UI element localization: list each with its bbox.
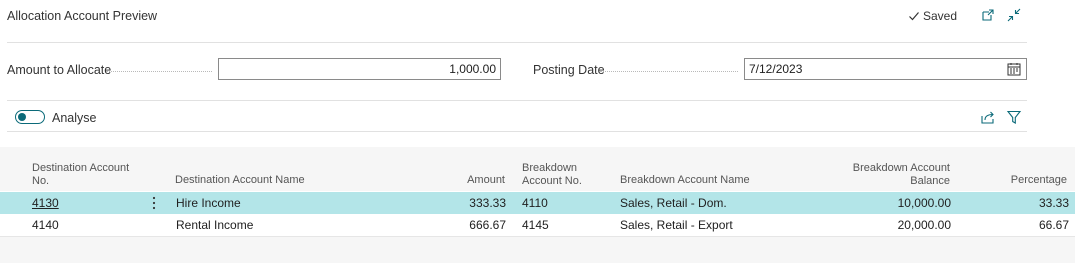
- percentage: 66.67: [1038, 218, 1069, 232]
- amount: 666.67: [469, 218, 506, 232]
- field-leader: [600, 71, 738, 72]
- toggle-knob: [18, 113, 26, 121]
- saved-status: Saved: [908, 9, 957, 23]
- page-title: Allocation Account Preview: [7, 9, 158, 23]
- divider: [7, 42, 1027, 43]
- breakdown-account-balance: 20,000.00: [897, 218, 951, 232]
- col-destination-account-name[interactable]: Destination Account Name: [175, 174, 305, 187]
- header-line: Account No.: [522, 175, 582, 187]
- breakdown-account-no: 4145: [522, 218, 549, 232]
- header-line: Breakdown Account: [852, 162, 950, 174]
- amount-value: 1,000.00: [449, 62, 496, 76]
- analyse-label: Analyse: [52, 111, 97, 125]
- table-row[interactable]: 4130 Hire Income 333.33 4110 Sales, Reta…: [0, 192, 1075, 214]
- open-in-new-window-icon[interactable]: [980, 7, 998, 25]
- breakdown-account-name: Sales, Retail - Dom.: [620, 196, 727, 210]
- posting-date-label: Posting Date: [533, 63, 605, 77]
- destination-account-no[interactable]: 4140: [32, 218, 59, 232]
- calendar-icon[interactable]: [1007, 62, 1021, 82]
- share-icon[interactable]: [980, 109, 996, 128]
- row-actions-icon[interactable]: [151, 196, 157, 213]
- divider: [7, 100, 1027, 101]
- table-footer-area: [0, 237, 1075, 263]
- field-leader: [106, 71, 212, 72]
- table-row[interactable]: 4140 Rental Income 666.67 4145 Sales, Re…: [0, 214, 1075, 236]
- collapse-icon[interactable]: [1006, 7, 1024, 25]
- posting-date-input[interactable]: 7/12/2023: [744, 58, 1027, 80]
- breakdown-account-name: Sales, Retail - Export: [620, 218, 733, 232]
- posting-date-value: 7/12/2023: [749, 62, 803, 76]
- col-destination-account-no[interactable]: Destination Account No.: [32, 162, 129, 188]
- header-line: No.: [32, 175, 50, 187]
- col-breakdown-account-no[interactable]: Breakdown Account No.: [522, 162, 582, 188]
- amount: 333.33: [469, 196, 506, 210]
- divider: [7, 131, 1027, 132]
- destination-account-name: Hire Income: [176, 196, 241, 210]
- checkmark-icon: [908, 10, 920, 22]
- header-line: Breakdown: [522, 162, 578, 174]
- breakdown-account-balance: 10,000.00: [897, 196, 951, 210]
- col-breakdown-account-balance[interactable]: Breakdown Account Balance: [830, 162, 950, 188]
- analyse-toggle[interactable]: [15, 110, 45, 124]
- col-amount[interactable]: Amount: [440, 174, 505, 187]
- col-percentage[interactable]: Percentage: [990, 174, 1067, 187]
- percentage: 33.33: [1038, 196, 1069, 210]
- amount-to-allocate-input[interactable]: 1,000.00: [218, 58, 501, 80]
- destination-account-name: Rental Income: [176, 218, 254, 232]
- saved-label: Saved: [923, 9, 958, 23]
- header-line: Balance: [910, 175, 950, 187]
- col-breakdown-account-name[interactable]: Breakdown Account Name: [620, 174, 750, 187]
- breakdown-account-no: 4110: [522, 196, 548, 210]
- amount-to-allocate-label: Amount to Allocate: [7, 63, 112, 77]
- filter-icon[interactable]: [1006, 109, 1022, 128]
- table-header: Destination Account No. Destination Acco…: [0, 147, 1075, 191]
- destination-account-no[interactable]: 4130: [32, 196, 59, 210]
- header-line: Destination Account: [32, 162, 130, 174]
